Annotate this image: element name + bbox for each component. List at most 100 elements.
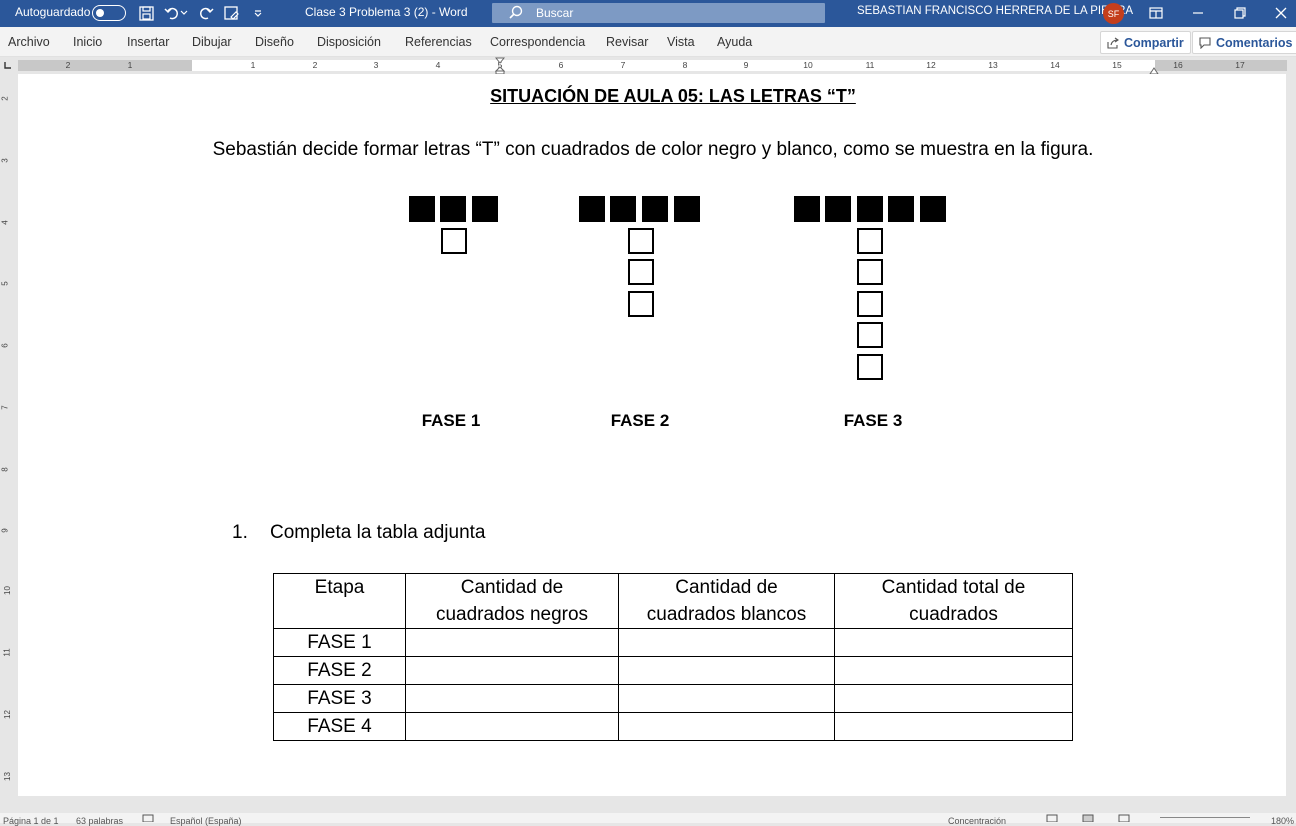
table-header-cell[interactable]: Cantidad de cuadrados negros [405, 573, 619, 629]
menu-revisar[interactable]: Revisar [606, 35, 648, 49]
white-square [857, 291, 883, 317]
ruler-number: 9 [0, 528, 10, 533]
language[interactable]: Español (España) [170, 816, 242, 826]
avatar[interactable]: SF [1103, 3, 1124, 24]
ruler-number: 2 [0, 96, 10, 101]
table-cell[interactable] [618, 656, 835, 685]
menu-ayuda[interactable]: Ayuda [717, 35, 752, 49]
redo-icon[interactable] [196, 3, 216, 23]
table-header-cell[interactable]: Etapa [273, 573, 406, 629]
header-line: Cantidad total de [881, 577, 1026, 598]
save-icon[interactable] [136, 3, 156, 23]
menu-disposicion[interactable]: Disposición [317, 35, 381, 49]
menu-diseno[interactable]: Diseño [255, 35, 294, 49]
answer-table: Etapa Cantidad de cuadrados negros Cantid… [273, 573, 1073, 741]
white-square [628, 228, 654, 254]
table-cell[interactable]: FASE 2 [273, 656, 406, 685]
white-square [628, 291, 654, 317]
zoom-slider[interactable] [1160, 817, 1250, 818]
table-cell[interactable] [618, 628, 835, 657]
table-cell[interactable] [405, 712, 619, 741]
ruler-number: 10 [2, 586, 12, 595]
restore-icon[interactable] [1230, 3, 1250, 23]
document-heading: SITUACIÓN DE AULA 05: LAS LETRAS “T” [490, 86, 856, 106]
table-cell[interactable] [405, 628, 619, 657]
comment-icon [1199, 36, 1211, 49]
page-count[interactable]: Página 1 de 1 [3, 816, 59, 826]
menu-referencias[interactable]: Referencias [405, 35, 472, 49]
autosave-label: Autoguardado [15, 5, 91, 19]
table-cell[interactable] [834, 656, 1073, 685]
table-cell[interactable]: FASE 4 [273, 712, 406, 741]
table-header-row: Etapa Cantidad de cuadrados negros Cantid… [273, 573, 1073, 629]
table-cell[interactable]: FASE 1 [273, 628, 406, 657]
comments-button[interactable]: Comentarios [1192, 31, 1296, 54]
table-cell[interactable] [834, 712, 1073, 741]
ruler-number: 4 [435, 60, 441, 70]
table-cell[interactable] [405, 684, 619, 713]
question-number: 1. [232, 522, 248, 543]
table-cell[interactable] [834, 684, 1073, 713]
ruler-number: 6 [558, 60, 564, 70]
intro-paragraph: Sebastián decide formar letras “T” con c… [212, 139, 1094, 160]
vertical-ruler[interactable]: 2 3 4 5 6 7 8 9 10 11 12 13 [0, 74, 17, 796]
document-page[interactable]: SITUACIÓN DE AULA 05: LAS LETRAS “T” Seb… [18, 74, 1286, 796]
table-cell[interactable] [618, 684, 835, 713]
minimize-icon[interactable] [1188, 3, 1208, 23]
table-row: FASE 3 [273, 684, 1073, 713]
ruler-number: 7 [0, 405, 10, 410]
black-square [440, 196, 466, 222]
ruler-number: 3 [373, 60, 379, 70]
focus-mode[interactable]: Concentración [948, 816, 1006, 826]
table-cell[interactable] [618, 712, 835, 741]
black-square [825, 196, 851, 222]
menu-correspondencia[interactable]: Correspondencia [490, 35, 585, 49]
status-bar: Página 1 de 1 63 palabras Español (Españ… [0, 813, 1296, 826]
search-placeholder: Buscar [536, 6, 574, 20]
tab-selector-icon[interactable] [3, 61, 12, 72]
menu-insertar[interactable]: Insertar [127, 35, 169, 49]
header-line: Etapa [314, 577, 365, 598]
share-label: Compartir [1124, 35, 1184, 50]
touch-mode-icon[interactable] [222, 3, 242, 23]
ruler-number: 5 [0, 281, 10, 286]
menu-dibujar[interactable]: Dibujar [192, 35, 232, 49]
ruler-number: 1 [250, 60, 256, 70]
ribbon-display-icon[interactable] [1146, 3, 1166, 23]
black-square [610, 196, 636, 222]
zoom-level[interactable]: 180% [1271, 816, 1294, 826]
menu-inicio[interactable]: Inicio [73, 35, 102, 49]
horizontal-ruler[interactable]: 2 1 1 2 3 4 5 6 7 8 9 10 11 12 13 14 15 … [0, 57, 1296, 75]
search-box[interactable]: Buscar [492, 3, 825, 23]
title-bar: Autoguardado Clase 3 Problema 3 (2) - Wo… [0, 0, 1296, 27]
ruler-text-area [192, 60, 1155, 71]
black-square [920, 196, 946, 222]
table-cell[interactable] [834, 628, 1073, 657]
table-header-cell[interactable]: Cantidad de cuadrados blancos [618, 573, 835, 629]
table-header-cell[interactable]: Cantidad total de cuadrados [834, 573, 1073, 629]
ruler-number: 9 [743, 60, 749, 70]
black-square [857, 196, 883, 222]
ruler-number: 17 [1235, 60, 1245, 70]
close-icon[interactable] [1271, 3, 1291, 23]
ruler-number: 15 [1112, 60, 1122, 70]
menu-vista[interactable]: Vista [667, 35, 695, 49]
share-button[interactable]: Compartir [1100, 31, 1191, 54]
ruler-number: 11 [865, 60, 875, 70]
user-name[interactable]: SEBASTIAN FRANCISCO HERRERA DE LA PIEDRA [857, 5, 1133, 17]
undo-dropdown-icon[interactable] [178, 3, 190, 23]
table-cell[interactable] [405, 656, 619, 685]
black-square [472, 196, 498, 222]
black-square [888, 196, 914, 222]
header-line: cuadrados [909, 604, 998, 625]
menu-archivo[interactable]: Archivo [8, 35, 50, 49]
customize-qat-icon[interactable] [248, 3, 268, 23]
table-row: FASE 2 [273, 656, 1073, 685]
autosave-toggle[interactable] [92, 5, 126, 21]
share-icon [1107, 37, 1119, 49]
figure-label-fase-1: FASE 1 [421, 411, 481, 430]
ruler-number: 8 [682, 60, 688, 70]
black-square [674, 196, 700, 222]
table-cell[interactable]: FASE 3 [273, 684, 406, 713]
word-count[interactable]: 63 palabras [76, 816, 123, 826]
